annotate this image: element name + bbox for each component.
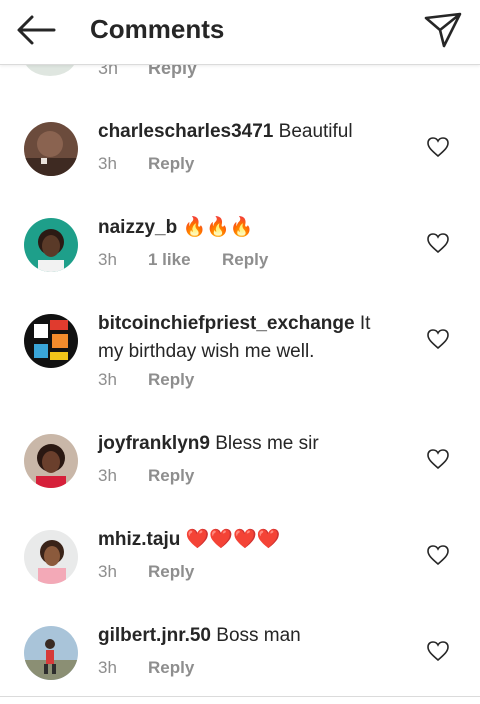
comment-time: 3h — [98, 250, 117, 269]
comment-body: ❤️❤️❤️❤️ — [185, 529, 281, 550]
comment-text: charlescharles3471 Beautiful — [98, 118, 398, 146]
avatar[interactable] — [24, 626, 78, 680]
heart-outline-icon[interactable] — [426, 136, 450, 158]
heart-outline-icon[interactable] — [426, 544, 450, 566]
comment-meta: 3h Reply — [98, 154, 194, 174]
comment-username[interactable]: mhiz.taju — [98, 529, 180, 550]
direct-send-icon — [424, 12, 462, 48]
comment-body: Bless me sir — [215, 433, 319, 454]
comment-text: mhiz.taju ❤️❤️❤️❤️ — [98, 526, 398, 554]
comment-meta: 3h Reply — [98, 562, 194, 582]
top-bar: Comments — [0, 0, 480, 65]
comment-meta: 3h Reply — [98, 370, 194, 390]
comment-time: 3h — [98, 154, 117, 173]
comment-text: bitcoinchiefpriest_exchange It my birthd… — [98, 310, 398, 366]
avatar[interactable] — [24, 218, 78, 272]
comment-body: Boss man — [216, 625, 301, 646]
heart-outline-icon[interactable] — [426, 328, 450, 350]
reply-button[interactable]: Reply — [148, 658, 194, 677]
arrow-left-icon — [17, 15, 56, 45]
like-count[interactable]: 1 like — [148, 250, 222, 270]
comment-text: joyfranklyn9 Bless me sir — [98, 430, 398, 458]
comment-meta: 3h Reply — [98, 466, 194, 486]
reply-button[interactable]: Reply — [148, 466, 194, 485]
comment-body: Beautiful — [278, 121, 353, 142]
heart-outline-icon[interactable] — [426, 640, 450, 662]
comment-username[interactable]: joyfranklyn9 — [98, 433, 210, 454]
comment-body: 🔥🔥🔥 — [182, 217, 254, 238]
avatar[interactable] — [24, 122, 78, 176]
heart-outline-icon[interactable] — [426, 448, 450, 470]
comment-username[interactable]: naizzy_b — [98, 217, 177, 238]
comment-time: 3h — [98, 466, 117, 485]
heart-outline-icon[interactable] — [426, 232, 450, 254]
avatar[interactable] — [24, 434, 78, 488]
reply-button[interactable]: Reply — [148, 562, 194, 581]
comment-meta: 3h Reply — [98, 658, 194, 678]
reply-button[interactable]: Reply — [148, 370, 194, 389]
divider — [0, 696, 480, 697]
comment-time: 3h — [98, 562, 117, 581]
comment-time: 3h — [98, 370, 117, 389]
direct-message-button[interactable] — [420, 10, 464, 50]
comment-text: gilbert.jnr.50 Boss man — [98, 622, 398, 650]
page-title: Comments — [90, 14, 225, 44]
comment-username[interactable]: bitcoinchiefpriest_exchange — [98, 313, 355, 334]
back-button[interactable] — [14, 12, 58, 48]
comment-time: 3h — [98, 658, 117, 677]
reply-button[interactable]: Reply — [148, 154, 194, 173]
comment-username[interactable]: charlescharles3471 — [98, 121, 273, 142]
avatar[interactable] — [24, 314, 78, 368]
reply-button[interactable]: Reply — [222, 250, 268, 269]
avatar[interactable] — [24, 530, 78, 584]
comment-meta: 3h 1 like Reply — [98, 250, 268, 270]
comment-text: naizzy_b 🔥🔥🔥 — [98, 214, 398, 242]
comment-username[interactable]: gilbert.jnr.50 — [98, 625, 211, 646]
